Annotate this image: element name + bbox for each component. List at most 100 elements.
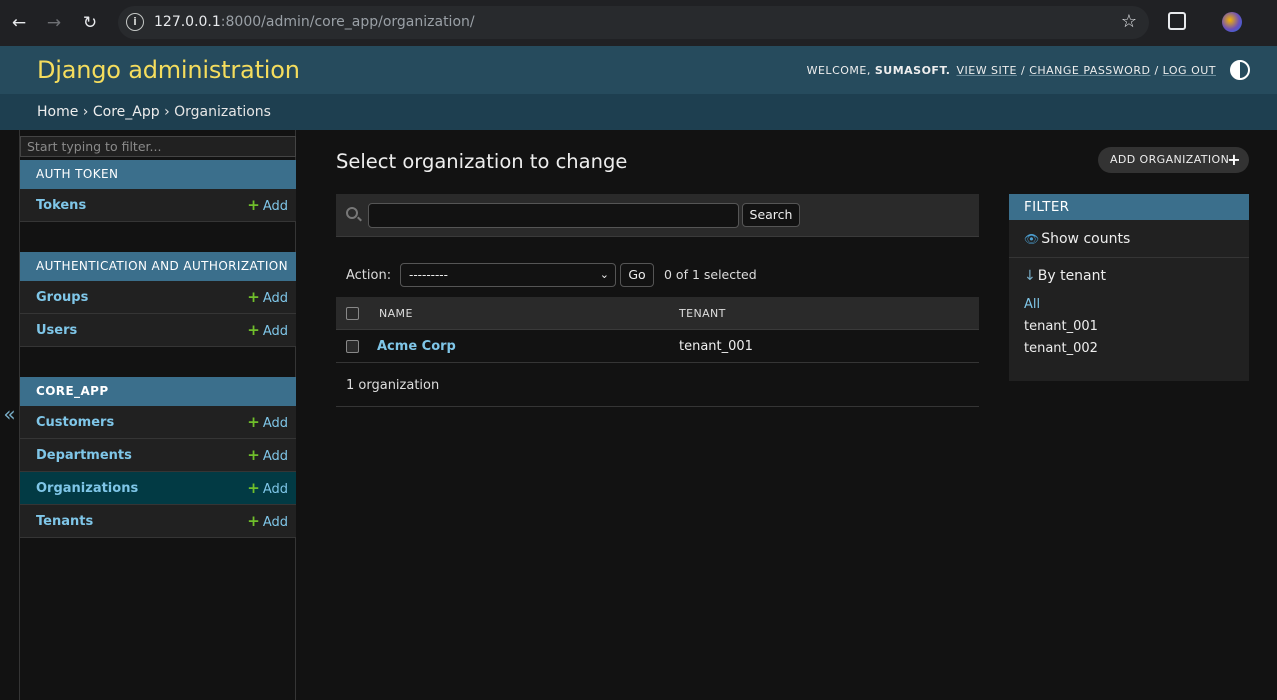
paginator: 1 organization (336, 363, 979, 407)
search-toolbar: Search (336, 194, 979, 237)
model-link[interactable]: Tokens (36, 198, 86, 213)
bookmark-star-icon[interactable]: ☆ (1121, 10, 1137, 34)
arrow-down-icon: ↓ (1024, 268, 1036, 284)
address-bar[interactable]: i 127.0.0.1:8000/admin/core_app/organiza… (118, 6, 1149, 39)
add-button-label: ADD ORGANIZATION (1110, 153, 1230, 166)
sidebar-toggle-icon[interactable]: « (0, 130, 19, 700)
table-row: Acme Corp tenant_001 (336, 330, 979, 363)
url-text[interactable]: 127.0.0.1:8000/admin/core_app/organizati… (154, 6, 475, 39)
select-all-checkbox[interactable] (346, 306, 359, 320)
filter-option-all[interactable]: All (1024, 294, 1249, 316)
filter-option-tenant-001[interactable]: tenant_001 (1024, 316, 1249, 338)
site-info-icon[interactable]: i (126, 13, 144, 31)
sidebar-item-organizations: Organizations + Add (20, 472, 296, 505)
add-organization-button[interactable]: ADD ORGANIZATION + (1098, 147, 1249, 173)
breadcrumb-current: Organizations (174, 104, 271, 120)
changelist: Search Action: --------- ⌄ Go 0 of 1 sel… (336, 194, 979, 407)
back-arrow-icon[interactable]: ← (7, 11, 31, 35)
go-button[interactable]: Go (620, 263, 654, 287)
tenant-cell: tenant_001 (679, 338, 753, 354)
separator: / (1154, 63, 1159, 77)
model-link[interactable]: Organizations (36, 481, 138, 496)
module-caption[interactable]: AUTHENTICATION AND AUTHORIZATION (20, 252, 296, 281)
change-password-link[interactable]: CHANGE PASSWORD (1029, 64, 1150, 77)
welcome-text: WELCOME, (806, 63, 871, 77)
module-auth-token: AUTH TOKEN Tokens + Add (20, 160, 296, 222)
plus-icon: + (1227, 150, 1241, 169)
view-site-link[interactable]: VIEW SITE (956, 64, 1017, 77)
column-header-tenant[interactable]: TENANT (679, 307, 726, 320)
module-caption[interactable]: CORE_APP (20, 377, 296, 406)
reload-icon[interactable]: ↻ (78, 11, 102, 35)
search-input[interactable] (368, 203, 739, 228)
forward-arrow-icon[interactable]: → (42, 11, 66, 35)
browser-toolbar: ← → ↻ i 127.0.0.1:8000/admin/core_app/or… (0, 0, 1277, 46)
sidebar-item-groups: Groups + Add (20, 281, 296, 314)
select-all-cell (336, 306, 369, 320)
main-area: « Start typing to filter... AUTH TOKEN T… (0, 130, 1277, 700)
action-label: Action: (346, 268, 392, 283)
theme-toggle-icon[interactable] (1230, 60, 1250, 80)
filter-options: All tenant_001 tenant_002 (1009, 284, 1249, 360)
column-header-name[interactable]: NAME (369, 307, 679, 320)
url-host: 127.0.0.1 (154, 14, 221, 30)
site-branding[interactable]: Django administration (37, 56, 300, 84)
show-counts-link[interactable]: 👁 Show counts (1009, 220, 1249, 258)
add-link[interactable]: + Add (247, 196, 288, 214)
search-button[interactable]: Search (742, 203, 800, 227)
chevron-down-icon: ⌄ (599, 268, 609, 281)
breadcrumb: Home › Core_App › Organizations (0, 94, 1277, 130)
add-link[interactable]: + Add (247, 479, 288, 497)
plus-icon: + (247, 446, 260, 464)
model-link[interactable]: Groups (36, 290, 88, 305)
model-link[interactable]: Tenants (36, 514, 93, 529)
add-link[interactable]: + Add (247, 321, 288, 339)
username: SUMASOFT. (874, 63, 951, 77)
selection-count: 0 of 1 selected (664, 267, 757, 282)
model-link[interactable]: Departments (36, 448, 132, 463)
add-label: Add (262, 416, 288, 431)
add-link[interactable]: + Add (247, 288, 288, 306)
add-label: Add (262, 291, 288, 306)
add-link[interactable]: + Add (247, 446, 288, 464)
row-select-cell (336, 339, 369, 353)
page-title: Select organization to change (336, 150, 628, 173)
filter-panel: FILTER 👁 Show counts ↓ By tenant All tenan… (1009, 194, 1249, 381)
filter-heading: By tenant (1037, 268, 1106, 284)
add-label: Add (262, 515, 288, 530)
actions-bar: Action: --------- ⌄ Go 0 of 1 selected (336, 263, 979, 289)
organization-link[interactable]: Acme Corp (369, 339, 679, 354)
add-link[interactable]: + Add (247, 413, 288, 431)
result-list: NAME TENANT Acme Corp tenant_001 (336, 297, 979, 363)
module-caption[interactable]: AUTH TOKEN (20, 160, 296, 189)
plus-icon: + (247, 512, 260, 530)
breadcrumb-home[interactable]: Home (37, 104, 78, 120)
add-label: Add (262, 199, 288, 214)
filter-title: FILTER (1009, 194, 1249, 220)
profile-avatar[interactable] (1222, 12, 1242, 32)
log-out-link[interactable]: LOG OUT (1163, 64, 1216, 77)
sidebar-filter-input[interactable]: Start typing to filter... (20, 136, 296, 157)
filter-option-tenant-002[interactable]: tenant_002 (1024, 338, 1249, 360)
sidebar-item-tokens: Tokens + Add (20, 189, 296, 222)
add-label: Add (262, 324, 288, 339)
sidebar: Start typing to filter... AUTH TOKEN Tok… (19, 130, 296, 700)
plus-icon: + (247, 413, 260, 431)
module-authentication: AUTHENTICATION AND AUTHORIZATION Groups … (20, 252, 296, 347)
add-link[interactable]: + Add (247, 512, 288, 530)
sidebar-item-departments: Departments + Add (20, 439, 296, 472)
row-checkbox[interactable] (346, 339, 359, 353)
action-select-value: --------- (409, 268, 448, 282)
table-header: NAME TENANT (336, 297, 979, 330)
filter-by-tenant[interactable]: ↓ By tenant (1009, 258, 1249, 284)
model-link[interactable]: Users (36, 323, 77, 338)
eye-icon: 👁 (1024, 232, 1040, 246)
extensions-icon[interactable] (1168, 12, 1186, 30)
breadcrumb-app[interactable]: Core_App (93, 104, 160, 120)
sidebar-item-customers: Customers + Add (20, 406, 296, 439)
action-select[interactable]: --------- ⌄ (400, 263, 616, 287)
model-link[interactable]: Customers (36, 415, 114, 430)
plus-icon: + (247, 321, 260, 339)
sidebar-item-users: Users + Add (20, 314, 296, 347)
show-counts-label: Show counts (1041, 231, 1131, 247)
